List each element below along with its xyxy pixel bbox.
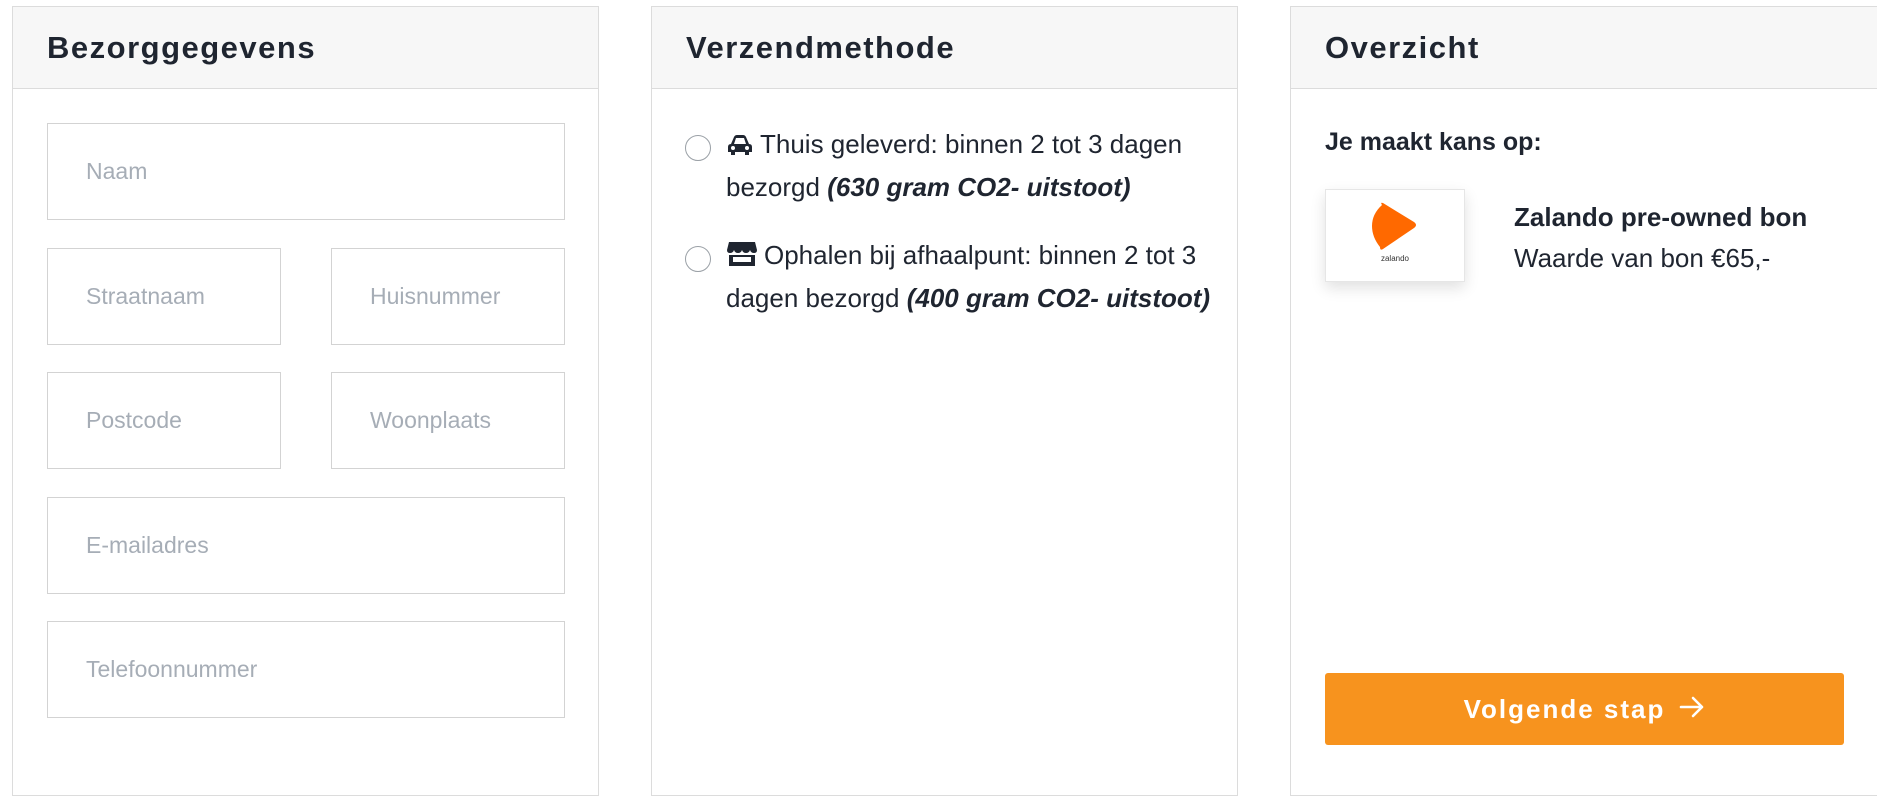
shipping-radio-pickup[interactable] (685, 246, 711, 272)
delivery-panel: Bezorggegevens (12, 6, 599, 796)
shipping-radio-home[interactable] (685, 135, 711, 161)
shipping-panel: Verzendmethode Thuis geleverd: binnen 2 … (651, 6, 1238, 796)
voucher-value: Waarde van bon €65,- (1514, 243, 1771, 273)
zalando-logo-icon (1368, 202, 1422, 257)
shipping-option-home-text: Thuis geleverd: binnen 2 tot 3 dagen bez… (726, 124, 1215, 207)
voucher-name: Zalando pre-owned bon (1514, 202, 1808, 232)
house-number-input[interactable] (331, 248, 565, 345)
postcode-input[interactable] (47, 372, 281, 469)
arrow-right-icon (1679, 694, 1705, 725)
phone-input[interactable] (47, 621, 565, 718)
shipping-option-pickup-text: Ophalen bij afhaalpunt: binnen 2 tot 3 d… (726, 235, 1215, 318)
next-step-label: Volgende stap (1463, 693, 1666, 724)
shipping-panel-title: Verzendmethode (652, 7, 1237, 89)
shipping-option-home-co2: (630 gram CO2- uitstoot) (827, 172, 1131, 202)
overview-panel-title: Overzicht (1291, 7, 1877, 89)
next-step-button[interactable]: Volgende stap (1325, 673, 1844, 745)
car-icon (726, 127, 754, 167)
name-input[interactable] (47, 123, 565, 220)
shipping-option-pickup-co2: (400 gram CO2- uitstoot) (906, 283, 1211, 313)
chance-label: Je maakt kans op: (1325, 128, 1542, 156)
overview-panel: Overzicht Je maakt kans op: zalando Zala… (1290, 6, 1877, 796)
city-input[interactable] (331, 372, 565, 469)
store-icon (726, 238, 758, 278)
email-input[interactable] (47, 497, 565, 594)
street-input[interactable] (47, 248, 281, 345)
shipping-option-home[interactable]: Thuis geleverd: binnen 2 tot 3 dagen bez… (685, 124, 1215, 207)
delivery-panel-title: Bezorggegevens (13, 7, 598, 89)
shipping-option-pickup[interactable]: Ophalen bij afhaalpunt: binnen 2 tot 3 d… (685, 235, 1215, 318)
voucher-brand: zalando (1380, 254, 1410, 263)
voucher-card: zalando (1325, 189, 1465, 282)
